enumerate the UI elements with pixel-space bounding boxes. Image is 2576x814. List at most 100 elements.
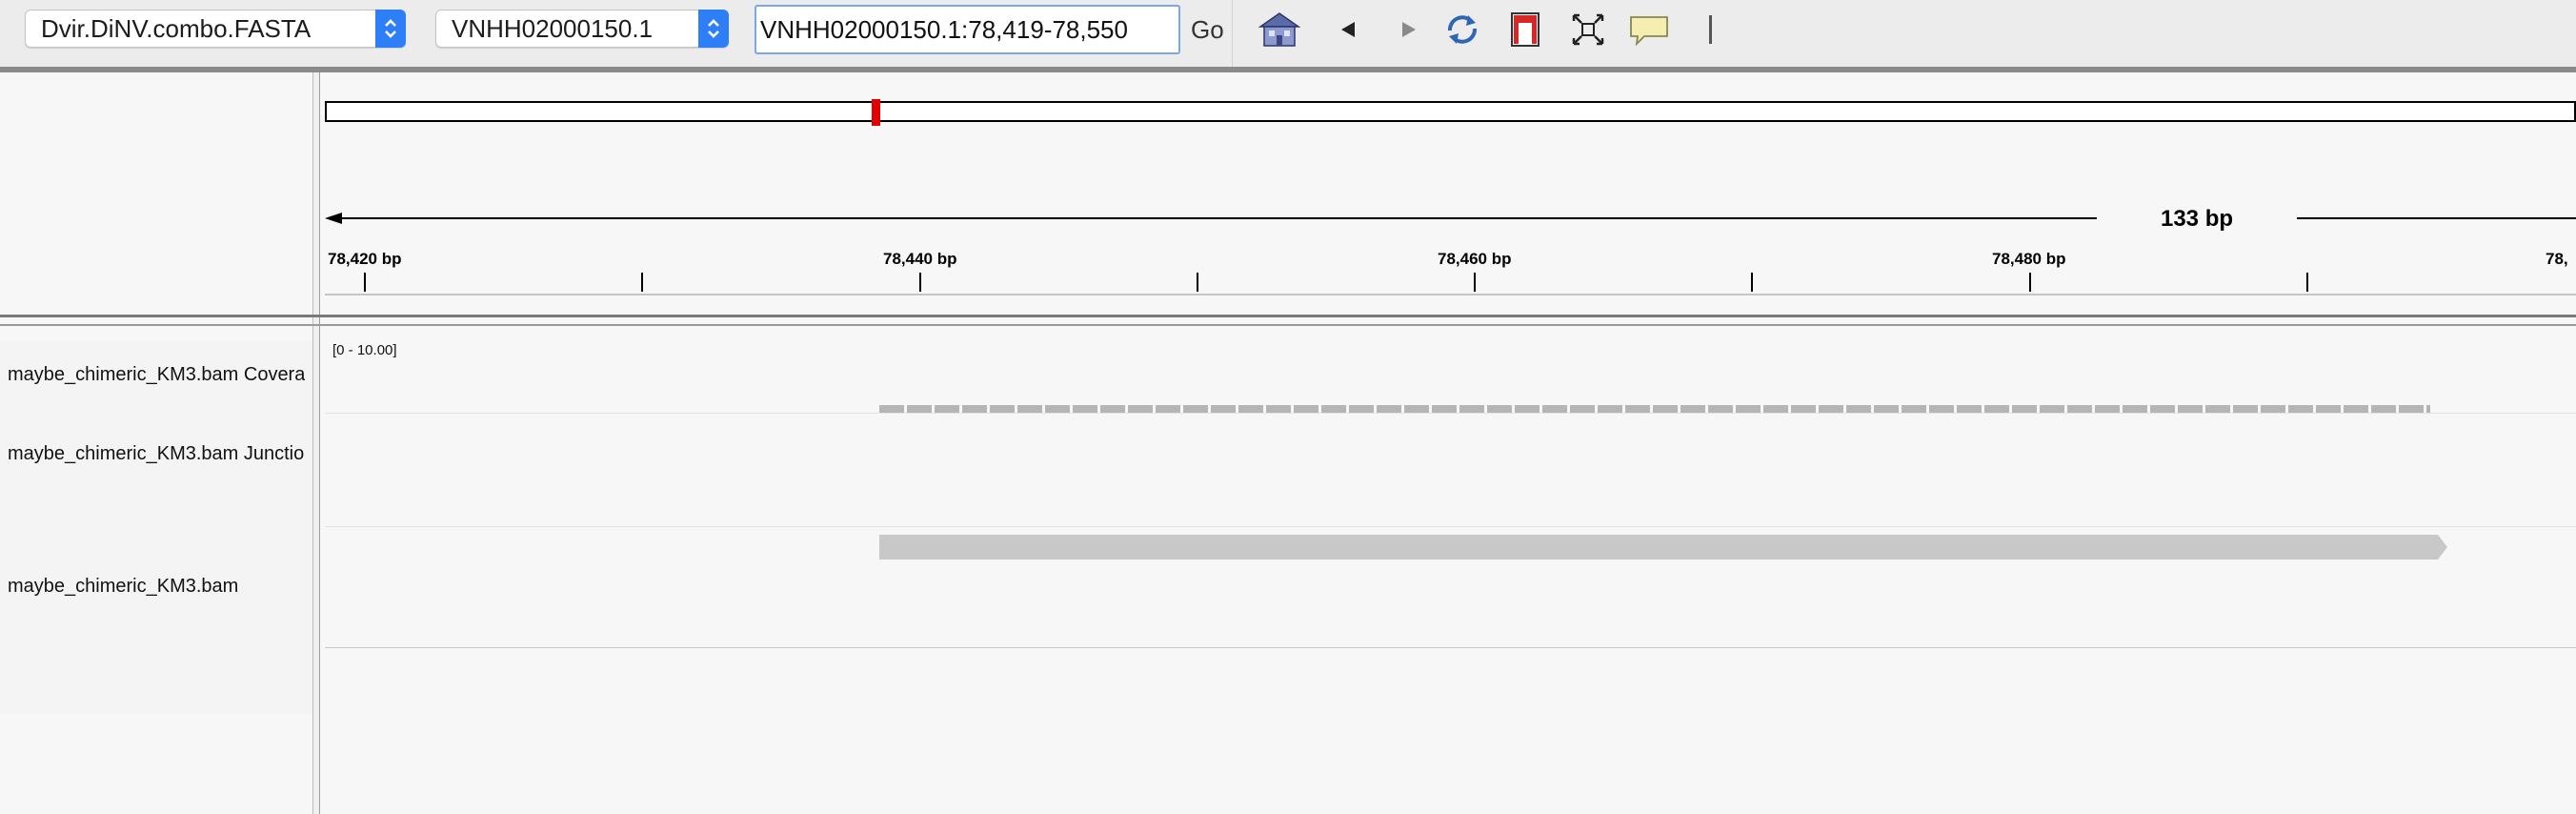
coverage-bar <box>2316 405 2341 413</box>
track-separator <box>325 413 2576 414</box>
coverage-bar <box>1763 405 1788 413</box>
popup-text-icon[interactable] <box>1627 10 1671 50</box>
coverage-bar <box>2233 405 2258 413</box>
junction-track-name[interactable]: maybe_chimeric_KM3.bam Junctions <box>8 443 305 465</box>
coverage-bar <box>2288 405 2313 413</box>
coverage-bar <box>1957 405 1982 413</box>
coverage-bar <box>2399 405 2424 413</box>
coverage-bar <box>2067 405 2092 413</box>
coverage-bar <box>1542 405 1567 413</box>
alignment-track-name[interactable]: maybe_chimeric_KM3.bam <box>8 576 305 598</box>
panel-splitter[interactable] <box>312 72 320 814</box>
ruler-tick-label: 78,480 bp <box>1992 250 2066 268</box>
coverage-bar <box>1238 405 1263 413</box>
coverage-track-name[interactable]: maybe_chimeric_KM3.bam Coverage <box>8 364 305 386</box>
coverage-bar <box>1321 405 1346 413</box>
dropdown-arrows-icon <box>375 10 406 48</box>
coverage-bar <box>2012 405 2037 413</box>
coverage-bar <box>1377 405 1401 413</box>
track-names-area <box>0 340 312 714</box>
coverage-bar <box>2261 405 2285 413</box>
ruler-tick <box>919 273 921 292</box>
coverage-bar <box>1653 405 1678 413</box>
ruler-tick <box>2306 273 2308 292</box>
coverage-bar <box>1846 405 1871 413</box>
coverage-bar <box>1128 405 1153 413</box>
coverage-bar <box>2344 405 2368 413</box>
panel-divider <box>0 315 2576 317</box>
coverage-bar <box>2040 405 2064 413</box>
chromosome-dropdown[interactable]: VNHH02000150.1 <box>435 10 729 48</box>
genome-dropdown-value: Dvir.DiNV.combo.FASTA <box>41 14 312 43</box>
ruler-baseline <box>325 294 2576 295</box>
coverage-bar <box>2371 405 2396 413</box>
ruler-tick <box>1197 273 1198 292</box>
refresh-icon[interactable] <box>1440 10 1484 50</box>
coverage-bar <box>2426 405 2430 413</box>
back-icon[interactable] <box>1328 10 1372 50</box>
dropdown-arrows-icon <box>698 10 729 48</box>
locus-input[interactable] <box>756 7 1178 52</box>
track-separator <box>325 526 2576 527</box>
ruler-tick <box>364 273 366 292</box>
coverage-bar <box>1984 405 2009 413</box>
coverage-bar <box>2095 405 2120 413</box>
ruler-icon[interactable] <box>1688 10 1717 50</box>
ruler-tick-label: 78, <box>2546 250 2568 268</box>
toolbar: Dvir.DiNV.combo.FASTA VNHH02000150.1 Go <box>0 0 2576 68</box>
forward-icon[interactable] <box>1385 10 1429 50</box>
coverage-bar <box>907 405 932 413</box>
ruler-tick <box>1474 273 1476 292</box>
coverage-bar <box>1432 405 1457 413</box>
genome-dropdown[interactable]: Dvir.DiNV.combo.FASTA <box>25 10 406 48</box>
data-panel: 133 bp 78,420 bp 78,440 bp 78,460 bp 78,… <box>325 72 2576 814</box>
coverage-bar <box>962 405 987 413</box>
coverage-bar <box>1211 405 1236 413</box>
coverage-bar <box>990 405 1015 413</box>
coverage-bar <box>1708 405 1733 413</box>
coverage-bar <box>2205 405 2230 413</box>
alignment-read[interactable] <box>879 535 2451 560</box>
coverage-bar <box>1902 405 1926 413</box>
coverage-bar <box>2178 405 2203 413</box>
coverage-bar <box>1045 405 1070 413</box>
coverage-bar <box>1294 405 1318 413</box>
home-icon[interactable] <box>1258 10 1301 50</box>
coverage-bar <box>1266 405 1291 413</box>
resize-icon[interactable] <box>1566 10 1610 50</box>
header-name-area <box>0 72 312 318</box>
coverage-bar <box>1017 405 1042 413</box>
coverage-bar <box>1100 405 1125 413</box>
ruler-tick-label: 78,440 bp <box>883 250 957 268</box>
coverage-bar <box>2150 405 2175 413</box>
panel-divider <box>0 324 2576 326</box>
coverage-bar <box>1929 405 1954 413</box>
chromosome-ideogram[interactable] <box>325 101 2576 122</box>
coverage-bar <box>1349 405 1374 413</box>
ruler-tick <box>1751 273 1753 292</box>
coverage-bar <box>1598 405 1622 413</box>
coverage-data-range: [0 - 10.00] <box>332 342 397 358</box>
coverage-bar <box>1073 405 1097 413</box>
region-of-interest-icon[interactable] <box>1503 10 1547 50</box>
go-button[interactable]: Go <box>1191 15 1224 45</box>
coverage-bar <box>935 405 959 413</box>
ruler-span-label: 133 bp <box>2097 206 2297 233</box>
coverage-bar <box>1736 405 1761 413</box>
coverage-bar <box>1459 405 1484 413</box>
coverage-bar <box>2123 405 2147 413</box>
toolbar-separator <box>1232 0 1233 67</box>
panel-bottom-separator <box>325 647 2576 648</box>
locus-search-box[interactable] <box>755 5 1180 54</box>
ruler-tick-label: 78,420 bp <box>328 250 402 268</box>
coverage-bar <box>1156 405 1180 413</box>
ruler-tick-label: 78,460 bp <box>1438 250 1512 268</box>
coverage-bar <box>1625 405 1650 413</box>
coverage-bar <box>1874 405 1899 413</box>
coverage-bar <box>1183 405 1208 413</box>
coverage-bar <box>1404 405 1429 413</box>
coverage-bar <box>1570 405 1595 413</box>
current-region-marker <box>872 99 880 126</box>
coverage-bar <box>1487 405 1512 413</box>
coverage-bar <box>1515 405 1540 413</box>
